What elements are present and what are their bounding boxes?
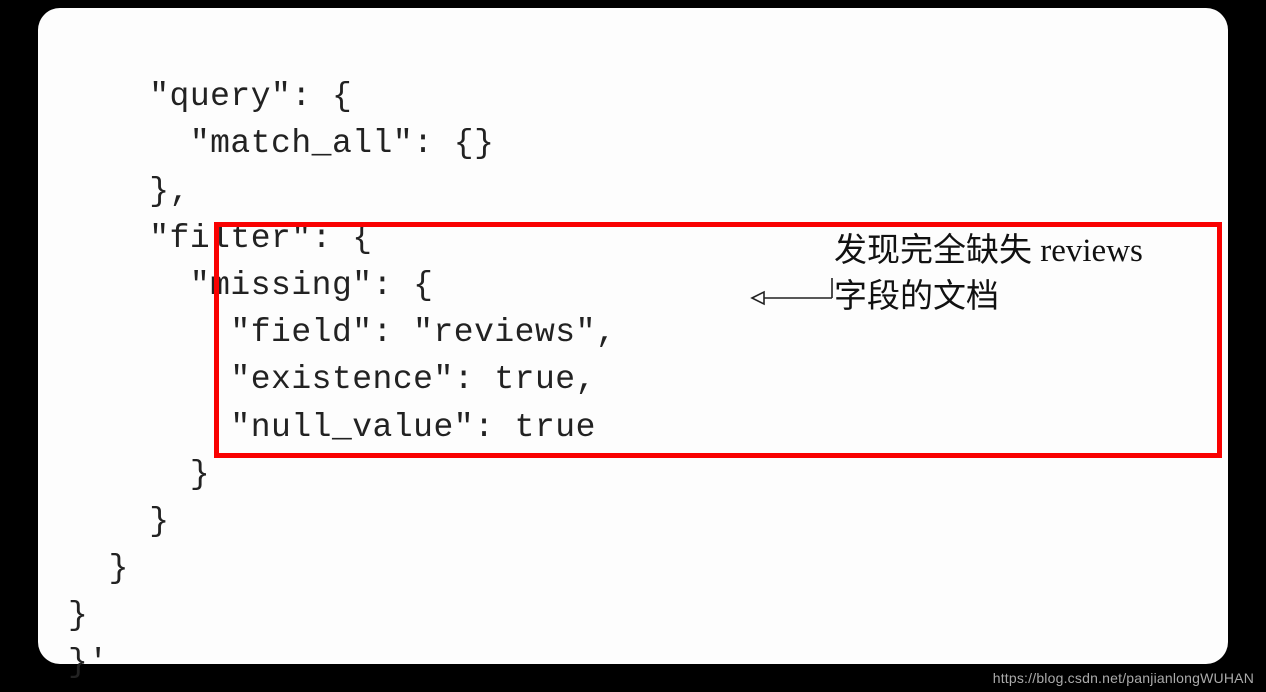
code-line: "filter": { xyxy=(68,220,373,257)
code-line: }, xyxy=(68,173,190,210)
annotation-line: 字段的文档 xyxy=(834,279,999,315)
code-line: } xyxy=(68,597,88,634)
code-line: "existence": true, xyxy=(68,361,596,398)
code-line: } xyxy=(68,456,210,493)
code-line: "missing": { xyxy=(68,267,433,304)
document-page: "query": { "match_all": {} }, "filter": … xyxy=(38,8,1228,664)
annotation-line: 发现完全缺失 reviews xyxy=(834,233,1143,269)
watermark-text: https://blog.csdn.net/panjianlongWUHAN xyxy=(993,670,1254,686)
code-line: "match_all": {} xyxy=(68,125,494,162)
code-line: "null_value": true xyxy=(68,409,596,446)
code-line: "query": { xyxy=(68,78,352,115)
code-line: }' xyxy=(68,644,109,681)
code-line: } xyxy=(68,503,170,540)
code-line: "field": "reviews", xyxy=(68,314,616,351)
callout-arrow-icon xyxy=(750,276,840,316)
callout-annotation: 发现完全缺失 reviews 字段的文档 xyxy=(834,228,1143,320)
code-block: "query": { "match_all": {} }, "filter": … xyxy=(68,26,616,687)
code-line: } xyxy=(68,550,129,587)
